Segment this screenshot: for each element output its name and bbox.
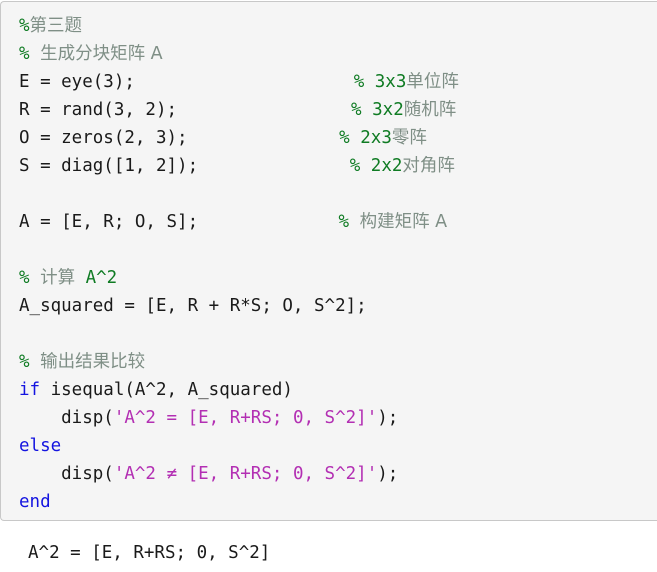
keyword-else: else <box>19 436 62 456</box>
code-line-4: R = rand(3, 2); % 3x2随机阵 <box>19 96 657 124</box>
code-statement: disp( <box>19 408 114 428</box>
code-block-content: %第三题 % 生成分块矩阵 A E = eye(3);% 3x3单位阵 R = … <box>1 2 657 520</box>
code-line-15: disp('A^2 = [E, R+RS; 0, S^2]'); <box>19 404 657 432</box>
code-statement-tail: ); <box>377 408 399 428</box>
code-statement: A_squared = [E, R + R*S; O, S^2]; <box>19 296 367 316</box>
console-output: A^2 = [E, R+RS; 0, S^2] <box>0 522 657 572</box>
code-statement: S = diag([1, 2]); <box>19 156 199 176</box>
code-line-3: E = eye(3); % 3x3单位阵 <box>19 68 657 96</box>
comment-text-cjk: 零阵 <box>391 128 427 148</box>
code-statement: isequal(A^2, A_squared) <box>40 380 293 400</box>
comment-symbol: % 3x2 <box>351 100 404 120</box>
code-statement: R = rand(3, 2); <box>19 100 178 120</box>
code-line-6: S = diag([1, 2]); % 2x2对角阵 <box>19 152 657 180</box>
keyword-if: if <box>19 380 41 400</box>
comment-symbol: % <box>19 16 30 36</box>
comment-symbol: % 2x2 <box>349 156 403 176</box>
comment-text-ascii: A^2 <box>75 268 118 288</box>
comment-text-cjk: 对角阵 <box>402 156 455 176</box>
code-line-16: else <box>19 432 657 460</box>
comment-symbol: % 3x3 <box>353 72 407 92</box>
code-line-13: % 输出结果比较 <box>19 348 657 376</box>
code-line-17: disp('A^2 ≠ [E, R+RS; 0, S^2]'); <box>19 460 657 488</box>
code-line-9-blank <box>19 236 657 264</box>
code-line-12-blank <box>19 320 657 348</box>
comment-symbol: % <box>19 352 41 372</box>
console-spacer <box>0 522 657 540</box>
comment-text-cjk: 生成分块矩阵 A <box>40 44 163 64</box>
console-output-line: A^2 = [E, R+RS; 0, S^2] <box>28 543 271 563</box>
string-literal: 'A^2 ≠ [E, R+RS; 0, S^2]' <box>113 464 378 484</box>
code-statement-tail: ); <box>377 464 399 484</box>
comment-text-cjk: 构建矩阵 A <box>359 212 448 232</box>
code-line-11: A_squared = [E, R + R*S; O, S^2]; <box>19 292 657 320</box>
code-block[interactable]: %第三题 % 生成分块矩阵 A E = eye(3);% 3x3单位阵 R = … <box>0 1 657 521</box>
code-line-8: A = [E, R; O, S];% 构建矩阵 A <box>19 208 657 236</box>
code-statement: disp( <box>19 464 114 484</box>
comment-text-cjk: 第三题 <box>29 16 83 36</box>
string-literal: 'A^2 = [E, R+RS; 0, S^2]' <box>113 408 378 428</box>
code-line-7-blank <box>19 180 657 208</box>
keyword-end: end <box>19 492 51 512</box>
code-line-10: % 计算 A^2 <box>19 264 657 292</box>
code-snippet-page: %第三题 % 生成分块矩阵 A E = eye(3);% 3x3单位阵 R = … <box>0 0 657 572</box>
code-statement: E = eye(3); <box>19 72 135 92</box>
code-line-5: O = zeros(2, 3); % 2x3零阵 <box>19 124 657 152</box>
code-line-18: end <box>19 488 657 516</box>
code-line-1: %第三题 <box>19 12 657 40</box>
comment-symbol: % 2x3 <box>339 128 392 148</box>
comment-symbol: % <box>338 212 360 232</box>
comment-text-cjk: 输出结果比较 <box>40 352 146 372</box>
comment-text-cjk: 计算 <box>40 268 76 288</box>
code-statement: O = zeros(2, 3); <box>19 128 188 148</box>
code-line-2: % 生成分块矩阵 A <box>19 40 657 68</box>
comment-symbol: % <box>19 268 41 288</box>
code-line-14: if isequal(A^2, A_squared) <box>19 376 657 404</box>
comment-text-cjk: 单位阵 <box>406 72 459 92</box>
comment-text-cjk: 随机阵 <box>403 100 457 120</box>
comment-symbol: % <box>19 44 41 64</box>
code-statement: A = [E, R; O, S]; <box>19 212 199 232</box>
